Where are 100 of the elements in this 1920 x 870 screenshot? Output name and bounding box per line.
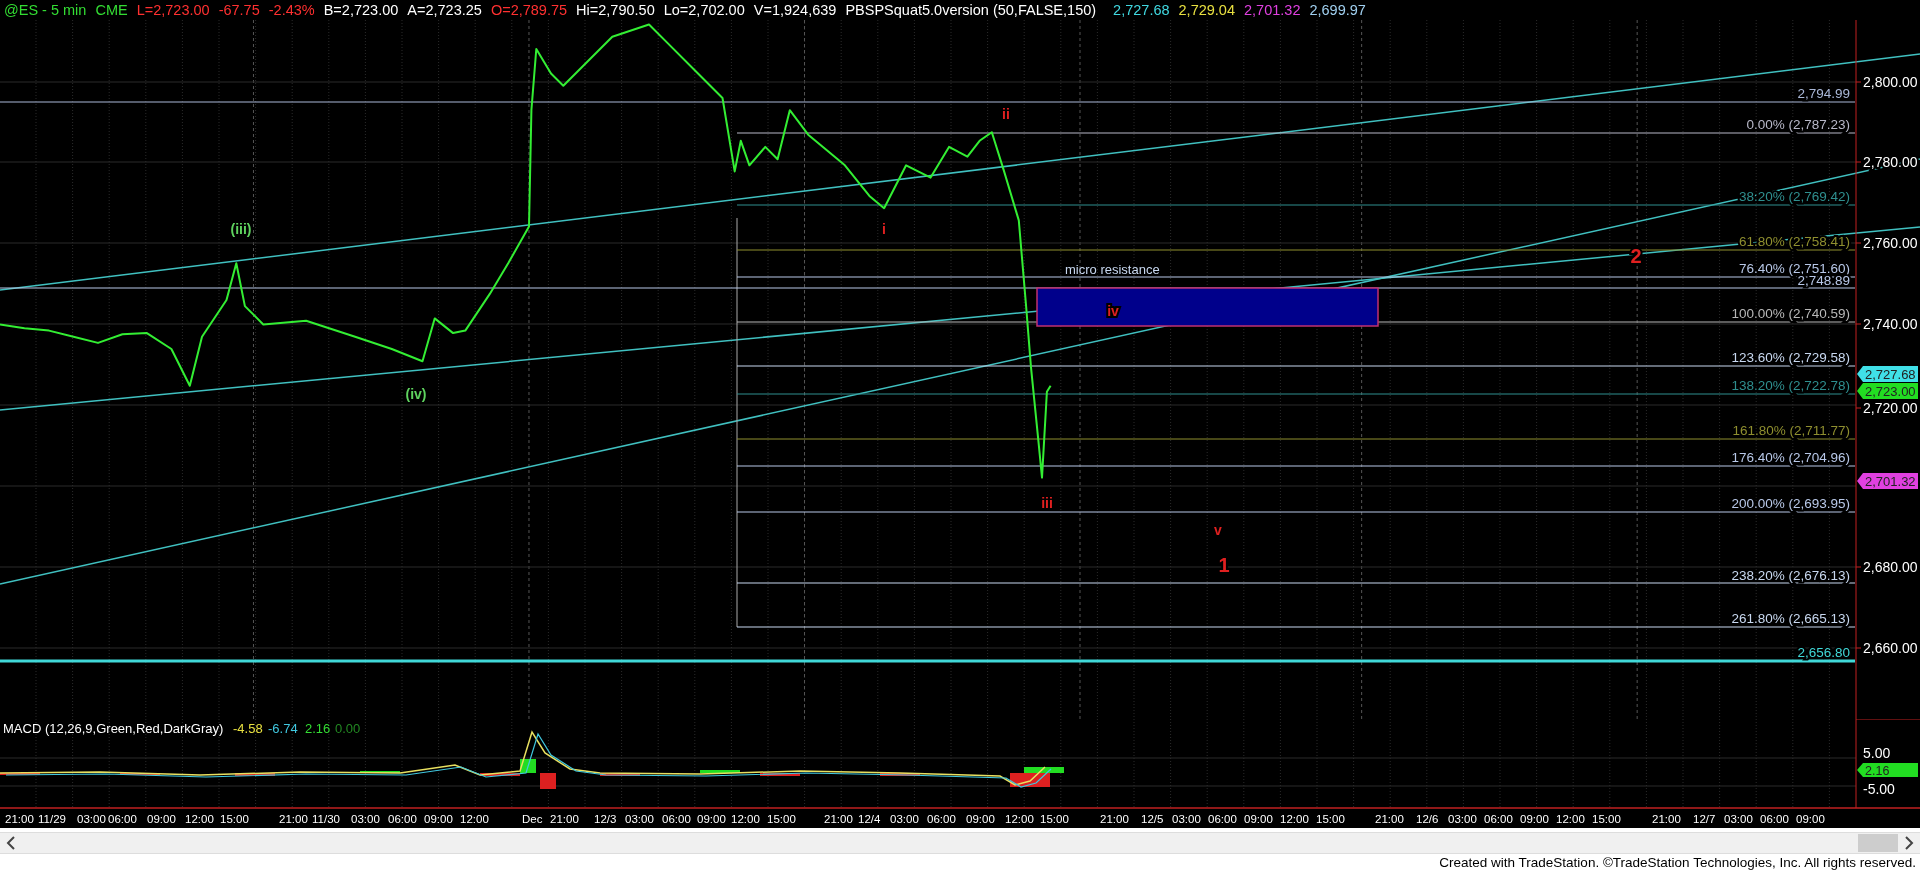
wave-label: 1 [1218,554,1230,576]
right-chevron-icon[interactable] [1904,836,1914,850]
time-label: 09:00 [1796,813,1825,825]
time-label: 03:00 [625,813,654,825]
time-label: 12/6 [1416,813,1439,825]
time-label: 09:00 [424,813,453,825]
zone-label: micro resistance [1065,262,1160,277]
time-label: 06:00 [1208,813,1237,825]
time-label: 12/4 [858,813,881,825]
axis-label: 2,800.00 [1863,74,1918,90]
time-label: 06:00 [108,813,137,825]
indicator-tag: 2.16 [1857,763,1918,778]
time-label: 12/7 [1693,813,1716,825]
time-label: 15:00 [767,813,796,825]
wave-label: iii [1041,495,1053,511]
time-label: 15:00 [1040,813,1069,825]
scrollbar[interactable] [0,832,1920,854]
quote-field: @ES - 5 min [4,2,87,18]
time-label: 15:00 [1316,813,1345,825]
time-label: 21:00 [279,813,308,825]
time-label: 09:00 [697,813,726,825]
time-label: 09:00 [1244,813,1273,825]
level-label: 100.00% (2,740.59) [1731,306,1850,321]
copyright-text: Created with TradeStation. ©TradeStation Technologies, Inc. All rights reserved. [1439,854,1916,870]
time-label: 21:00 [550,813,579,825]
time-label: 12:00 [1005,813,1034,825]
wave-label: i [882,221,886,237]
time-label: 21:00 [824,813,853,825]
time-label: 12/5 [1141,813,1164,825]
quote-field: B=2,723.00 [323,2,399,18]
indicator-title: MACD (12,26,9,Green,Red,DarkGray) [3,721,224,736]
quote-field: 2,729.04 [1178,2,1235,18]
level-label: 2,794.99 [1797,86,1850,101]
time-label: 06:00 [1484,813,1513,825]
time-label: 03:00 [1172,813,1201,825]
quote-field: O=2,789.75 [490,2,568,18]
level-label: 261.80% (2,665.13) [1731,611,1850,626]
axis-label: 2,660.00 [1863,640,1918,656]
level-label: 123.60% (2,729.58) [1731,350,1850,365]
quote-field: 2,727.68 [1113,2,1170,18]
time-label: 11/30 [312,813,340,825]
quote-field: Lo=2,702.00 [663,2,745,18]
axis-label: 2,760.00 [1863,235,1918,251]
time-label: 21:00 [5,813,34,825]
axis-label: 2,740.00 [1863,316,1918,332]
axis-label: 5.00 [1863,745,1891,761]
time-label: 21:00 [1652,813,1681,825]
time-label: 12:00 [460,813,489,825]
quote-field: CME [95,2,128,18]
time-label: 03:00 [77,813,106,825]
time-label: 06:00 [662,813,691,825]
quote-field: V=1,924,639 [753,2,837,18]
time-label: 15:00 [1592,813,1621,825]
time-label: 09:00 [1520,813,1549,825]
level-label: 138.20% (2,722.78) [1731,378,1850,393]
indicator-value: -6.74 [268,721,298,736]
time-label: 15:00 [220,813,249,825]
quote-field: -2.43% [268,2,315,18]
time-label: 09:00 [966,813,995,825]
time-label: 03:00 [890,813,919,825]
quote-field: L=2,723.00 [136,2,210,18]
level-label: 2,656.80 [1797,645,1850,660]
wave-label: (iii) [230,221,252,237]
quote-field: 2,699.97 [1309,2,1366,18]
indicator-value: -4.58 [233,721,263,736]
time-label: 12:00 [1280,813,1309,825]
time-label: 09:00 [147,813,176,825]
scrollbar-thumb[interactable] [1858,834,1898,852]
price-tag: 2,701.32 [1857,473,1918,489]
level-label: 200.00% (2,693.95) [1731,496,1850,511]
time-label: Dec [522,813,543,825]
time-label: 21:00 [1375,813,1404,825]
time-label: 03:00 [351,813,380,825]
wave-label: iv [1107,303,1119,319]
time-label: 12/3 [594,813,617,825]
quote-field: 2,701.32 [1244,2,1301,18]
quote-field: Hi=2,790.50 [576,2,655,18]
time-label: 12:00 [185,813,214,825]
indicator-value: 0.00 [335,721,361,736]
time-label: 06:00 [927,813,956,825]
time-label: 06:00 [388,813,417,825]
time-label: 12:00 [1556,813,1585,825]
wave-label: (iv) [405,386,427,402]
time-label: 03:00 [1448,813,1477,825]
quote-field: PBSPSquat5.0version (50,FALSE,150) [845,2,1097,18]
quote-field: -67.75 [218,2,260,18]
wave-label: ii [1002,106,1010,122]
level-label: 176.40% (2,704.96) [1731,450,1850,465]
axis-label: -5.00 [1863,781,1895,797]
level-label: 0.00% (2,787.23) [1746,117,1850,132]
price-tag: 2,727.68 [1857,366,1918,382]
level-label: 161.80% (2,711.77) [1732,423,1850,438]
level-label: 238.20% (2,676.13) [1731,568,1850,583]
price-tag: 2,723.00 [1857,383,1918,399]
time-label: 06:00 [1760,813,1789,825]
axis-label: 2,680.00 [1863,559,1918,575]
time-label: 21:00 [1100,813,1129,825]
left-chevron-icon[interactable] [6,836,16,850]
quote-field: A=2,723.25 [407,2,482,18]
indicator-value: 2.16 [305,721,331,736]
